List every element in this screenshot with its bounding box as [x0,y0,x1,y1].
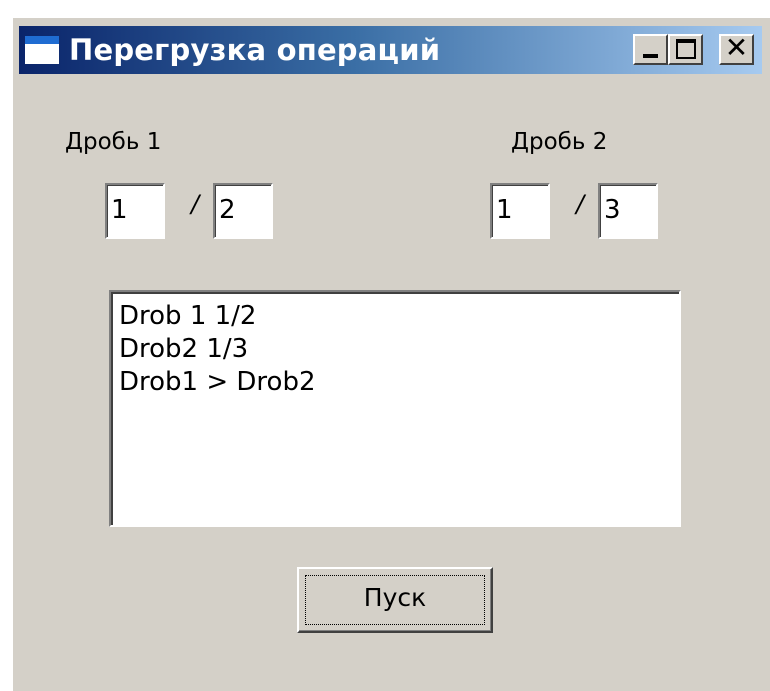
app-window-icon [25,36,59,64]
output-line: Drob1 > Drob2 [119,367,316,397]
title-bar[interactable]: Перегрузка операций ✕ [19,26,762,74]
maximize-icon [676,39,696,59]
maximize-button[interactable] [668,34,703,65]
minimize-button[interactable] [633,34,668,65]
fraction1-denominator-input[interactable]: 2 [213,183,273,239]
fraction1-label: Дробь 1 [65,129,162,155]
run-button-label: Пуск [363,583,427,612]
run-button[interactable]: Пуск [297,567,493,633]
close-icon: ✕ [724,31,749,64]
close-button[interactable]: ✕ [719,31,754,65]
output-line: Drob 1 1/2 [119,301,257,331]
output-memo[interactable]: Drob 1 1/2 Drob2 1/3 Drob1 > Drob2 [109,290,681,527]
fraction1-numerator-input[interactable]: 1 [105,183,165,239]
app-window: Перегрузка операций ✕ Дробь 1 1 / 2 Дроб… [11,16,770,691]
fraction2-label: Дробь 2 [511,129,608,155]
fraction1-slash: / [191,190,200,218]
window-title: Перегрузка операций [69,33,441,67]
fraction2-numerator-input[interactable]: 1 [490,183,550,239]
minimize-icon [643,54,658,58]
fraction2-denominator-input[interactable]: 3 [598,183,658,239]
fraction2-slash: / [576,190,585,218]
output-line: Drob2 1/3 [119,334,249,364]
